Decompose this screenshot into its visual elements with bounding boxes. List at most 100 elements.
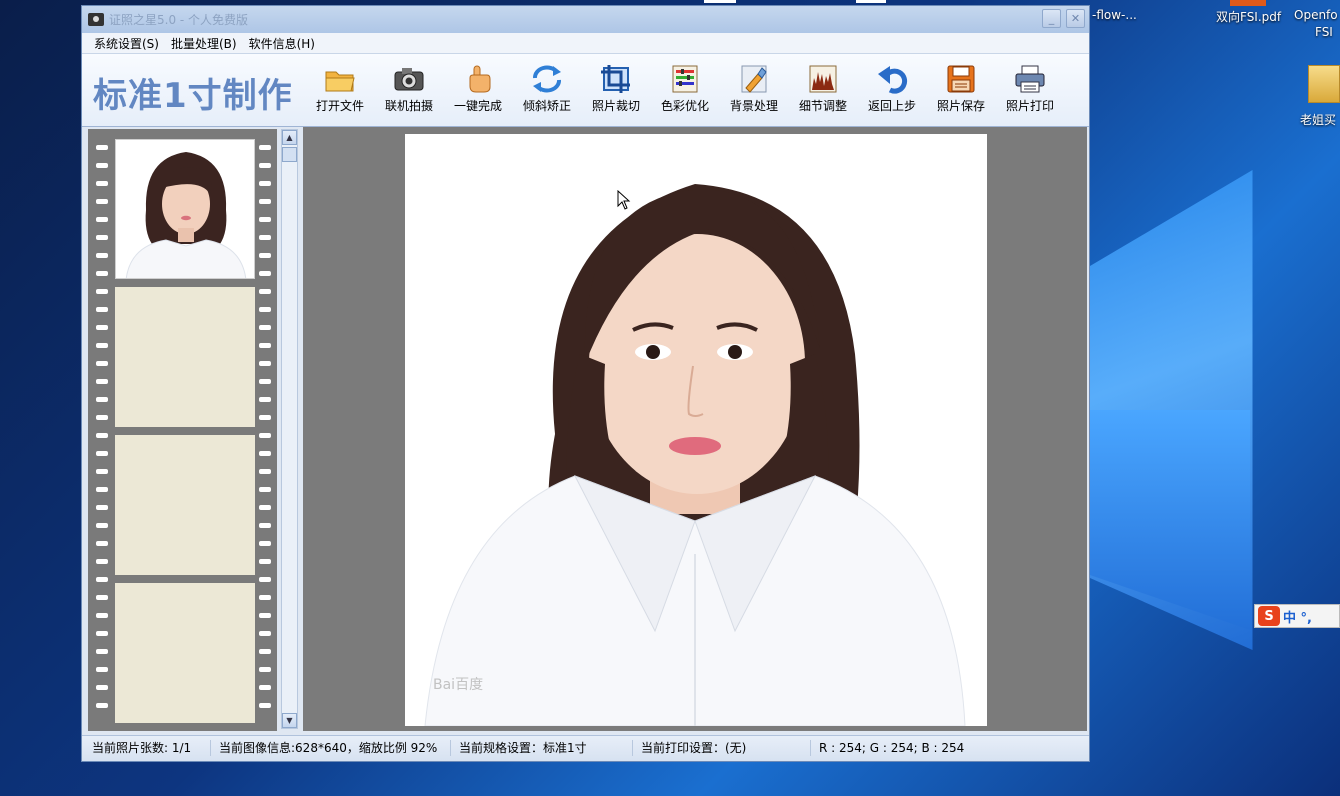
brush-icon (738, 64, 770, 94)
film-hole (96, 379, 108, 384)
mouse-cursor-icon (617, 190, 631, 210)
film-hole (96, 181, 108, 186)
undo-button[interactable]: 返回上步 (859, 64, 925, 114)
thumbnail-slot-4[interactable] (115, 583, 255, 723)
film-hole (259, 343, 271, 348)
close-icon: ✕ (1070, 12, 1081, 25)
film-hole (96, 343, 108, 348)
menu-system-settings[interactable]: 系统设置(S) (90, 35, 163, 52)
crop-button[interactable]: 照片裁切 (583, 64, 649, 114)
minimize-button[interactable]: _ (1042, 9, 1061, 28)
minimize-icon: _ (1048, 12, 1055, 25)
open-file-button[interactable]: 打开文件 (307, 64, 373, 114)
save-photo-button[interactable]: 照片保存 (928, 64, 994, 114)
watermark-text: Bai百度 (433, 677, 484, 693)
film-hole (259, 415, 271, 420)
tool-label: 细节调整 (798, 99, 847, 113)
film-hole (96, 667, 108, 672)
window-title: 证照之星5.0 - 个人免费版 (109, 13, 249, 27)
film-hole (259, 559, 271, 564)
film-hole (96, 235, 108, 240)
film-hole (259, 487, 271, 492)
film-hole (259, 361, 271, 366)
tool-label: 色彩优化 (660, 99, 709, 113)
scroll-thumb[interactable] (282, 147, 297, 162)
scroll-up-arrow[interactable]: ▲ (282, 130, 297, 145)
thumbnail-slot-3[interactable] (115, 435, 255, 575)
film-hole (259, 271, 271, 276)
film-hole (96, 469, 108, 474)
taskbar-strip (704, 0, 736, 3)
filmstrip-scrollbar[interactable]: ▲ ▼ (281, 129, 298, 729)
tool-label: 照片打印 (1005, 99, 1054, 113)
desktop-icon-label[interactable]: Openfo (1294, 8, 1338, 22)
tool-label: 返回上步 (867, 99, 916, 113)
film-hole (96, 631, 108, 636)
workspace: ▲ ▼ Bai百度 (82, 127, 1089, 734)
sogou-icon[interactable]: S (1258, 606, 1280, 626)
scroll-down-arrow[interactable]: ▼ (282, 713, 297, 728)
thumbnail-slot-2[interactable] (115, 287, 255, 427)
film-hole (259, 451, 271, 456)
film-hole (96, 271, 108, 276)
tool-label: 打开文件 (315, 99, 364, 113)
title-bar[interactable]: 证照之星5.0 - 个人免费版 _ ✕ (82, 6, 1089, 33)
film-hole (259, 649, 271, 654)
film-hole (259, 577, 271, 582)
desktop-icon-label[interactable]: -flow-... (1092, 8, 1137, 22)
status-photo-count: 当前照片张数: 1/1 (92, 741, 192, 755)
rotate-icon (531, 64, 563, 94)
film-hole (96, 199, 108, 204)
desktop-icon-label[interactable]: FSI (1315, 25, 1333, 39)
color-adjust-icon (669, 64, 701, 94)
film-hole (259, 217, 271, 222)
undo-icon (876, 64, 908, 94)
background-process-button[interactable]: 背景处理 (721, 64, 787, 114)
film-hole (259, 253, 271, 258)
detail-adjust-button[interactable]: 细节调整 (790, 64, 856, 114)
status-image-info: 当前图像信息:628*640，缩放比例 92% (210, 740, 437, 756)
tool-label: 背景处理 (729, 99, 778, 113)
camera-icon (393, 64, 425, 94)
film-hole (259, 613, 271, 618)
folder-icon[interactable] (1308, 65, 1340, 103)
toolbar: 标准1寸制作 打开文件 联机拍摄 一键完成 倾斜矫正 照片裁切 色彩优化 背景处… (82, 54, 1089, 127)
tilt-correct-button[interactable]: 倾斜矫正 (514, 64, 580, 114)
film-hole (96, 613, 108, 618)
film-hole (259, 325, 271, 330)
film-hole (96, 433, 108, 438)
camera-capture-button[interactable]: 联机拍摄 (376, 64, 442, 114)
pdf-icon[interactable] (1230, 0, 1266, 6)
ime-toolbar[interactable]: S 中 °, (1254, 604, 1340, 628)
film-hole (96, 217, 108, 222)
print-photo-button[interactable]: 照片打印 (997, 64, 1063, 114)
portrait-thumbnail (116, 140, 254, 278)
film-hole (96, 451, 108, 456)
portrait-photo[interactable]: Bai百度 (405, 134, 987, 726)
film-hole (259, 289, 271, 294)
film-hole (96, 325, 108, 330)
desktop-wallpaper-light-lower (1090, 410, 1250, 630)
close-button[interactable]: ✕ (1066, 9, 1085, 28)
tool-label: 倾斜矫正 (522, 99, 571, 113)
thumbnail-photo-1[interactable] (115, 139, 255, 279)
tool-label: 照片裁切 (591, 99, 640, 113)
film-hole (96, 253, 108, 258)
desktop-icon-label[interactable]: 双向FSI.pdf (1216, 8, 1281, 25)
photo-canvas[interactable]: Bai百度 (303, 127, 1087, 731)
film-hole (259, 469, 271, 474)
taskbar-strip (856, 0, 886, 3)
desktop-icon-label[interactable]: 老姐买 (1300, 111, 1336, 128)
film-hole (96, 649, 108, 654)
menu-software-info[interactable]: 软件信息(H) (245, 35, 319, 52)
status-print: 当前打印设置：(无) (632, 740, 746, 756)
folder-open-icon (324, 64, 356, 94)
tool-label: 照片保存 (936, 99, 985, 113)
one-click-button[interactable]: 一键完成 (445, 64, 511, 114)
menu-batch[interactable]: 批量处理(B) (167, 35, 241, 52)
ime-status[interactable]: 中 °, (1283, 607, 1312, 626)
color-optimize-button[interactable]: 色彩优化 (652, 64, 718, 114)
portrait-image (405, 134, 987, 726)
film-hole (259, 433, 271, 438)
film-hole (96, 703, 108, 708)
